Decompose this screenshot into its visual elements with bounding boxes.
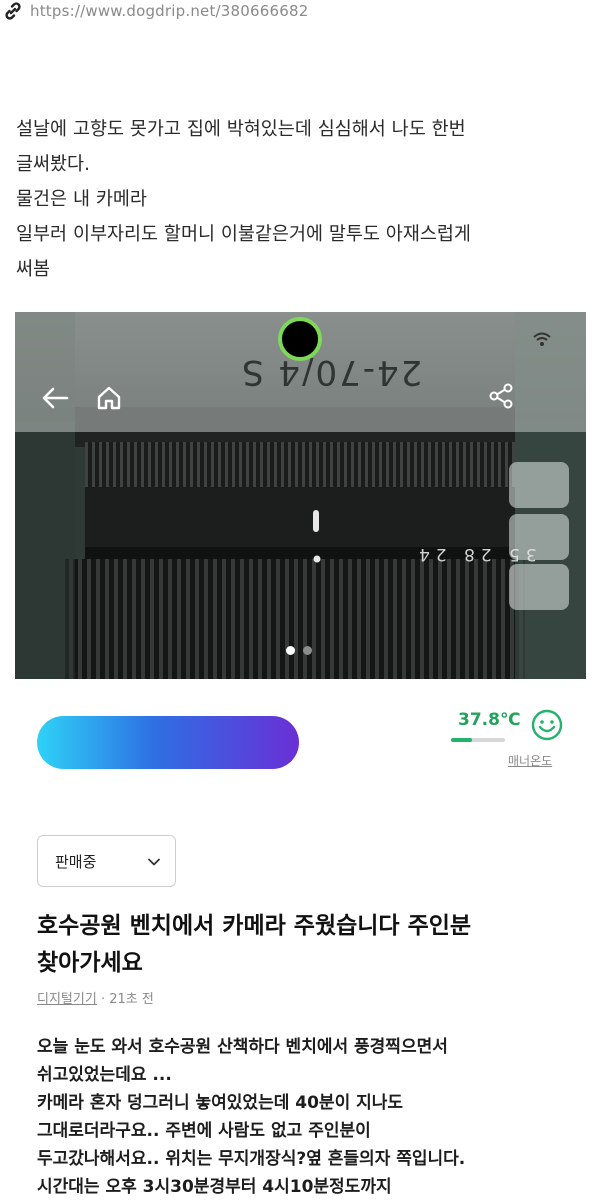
post-meta: 디지털기기 · 21초 전 (37, 988, 154, 1007)
post-title-line: 찾아가세요 (37, 950, 143, 976)
sale-status-value: 판매중 (55, 852, 97, 871)
wifi-icon (531, 328, 553, 350)
temperature-bar (451, 738, 505, 742)
camera-cutout (278, 317, 322, 361)
post-body-line: 두고갔나해서요.. 위치는 무지개장식?옆 흔들의자 쪽입니다. (37, 1149, 466, 1169)
intro-line: 써봄 (16, 259, 51, 280)
share-icon[interactable] (485, 380, 517, 412)
side-overlay-button[interactable] (509, 462, 569, 508)
home-icon[interactable] (93, 382, 125, 414)
post-title: 호수공원 벤치에서 카메라 주웠습니다 주인분 찾아가세요 (37, 908, 557, 982)
sale-status-select[interactable]: 판매중 (37, 835, 176, 887)
post-body-line: 오늘 눈도 와서 호수공원 산책하다 벤치에서 풍경찍으면서 (37, 1037, 448, 1057)
seller-profile-bar (37, 716, 299, 769)
intro-line: 물건은 내 카메라 (16, 189, 147, 210)
post-body-line: 시간대는 오후 3시30분경부터 4시10분정도까지 (37, 1177, 392, 1197)
post-title-line: 호수공원 벤치에서 카메라 주웠습니다 주인분 (37, 913, 472, 939)
product-photo[interactable]: 24-70/4 S 35 28 24 (15, 312, 586, 679)
manner-label[interactable]: 매너온도 (508, 752, 552, 769)
post-body-line: 쉬고있었는데요 ... (37, 1065, 172, 1085)
post-body-line: 카메라 혼자 덩그러니 놓여있었는데 40분이 지나도 (37, 1093, 404, 1113)
url-bar[interactable]: https://www.dogdrip.net/380666682 (0, 0, 600, 22)
chevron-down-icon (147, 854, 161, 868)
intro-text: 설날에 고향도 못가고 집에 박혀있는데 심심해서 나도 한번 글써봤다. 물건… (16, 112, 586, 287)
post-body: 오늘 눈도 와서 호수공원 산책하다 벤치에서 풍경찍으면서 쉬고있었는데요 .… (37, 1033, 577, 1200)
back-arrow-icon[interactable] (39, 382, 71, 414)
intro-line: 설날에 고향도 못가고 집에 박혀있는데 심심해서 나도 한번 (16, 119, 466, 140)
manner-temperature[interactable]: 37.8℃ 매너온도 (448, 706, 588, 776)
page-dot[interactable] (303, 646, 312, 655)
post-body-line: 그대로더라구요.. 주변에 사람도 없고 주인분이 (37, 1121, 371, 1141)
side-overlay-button[interactable] (509, 564, 569, 610)
smile-face-icon (530, 708, 564, 742)
intro-line: 글써봤다. (16, 154, 90, 175)
lens-engraving: 24-70/4 S (240, 352, 423, 392)
link-icon (4, 2, 22, 20)
side-overlay-button[interactable] (509, 514, 569, 560)
page-dot-active[interactable] (286, 646, 295, 655)
meta-separator: · (96, 992, 110, 1007)
page-url[interactable]: https://www.dogdrip.net/380666682 (30, 2, 309, 20)
temperature-bar-fill (451, 738, 472, 742)
intro-line: 일부러 이부자리도 할머니 이불같은거에 말투도 아재스럽게 (16, 224, 471, 245)
post-category[interactable]: 디지털기기 (37, 992, 97, 1007)
post-time: 21초 전 (109, 992, 154, 1007)
temperature-value: 37.8℃ (458, 710, 521, 730)
page-indicator (286, 646, 312, 655)
